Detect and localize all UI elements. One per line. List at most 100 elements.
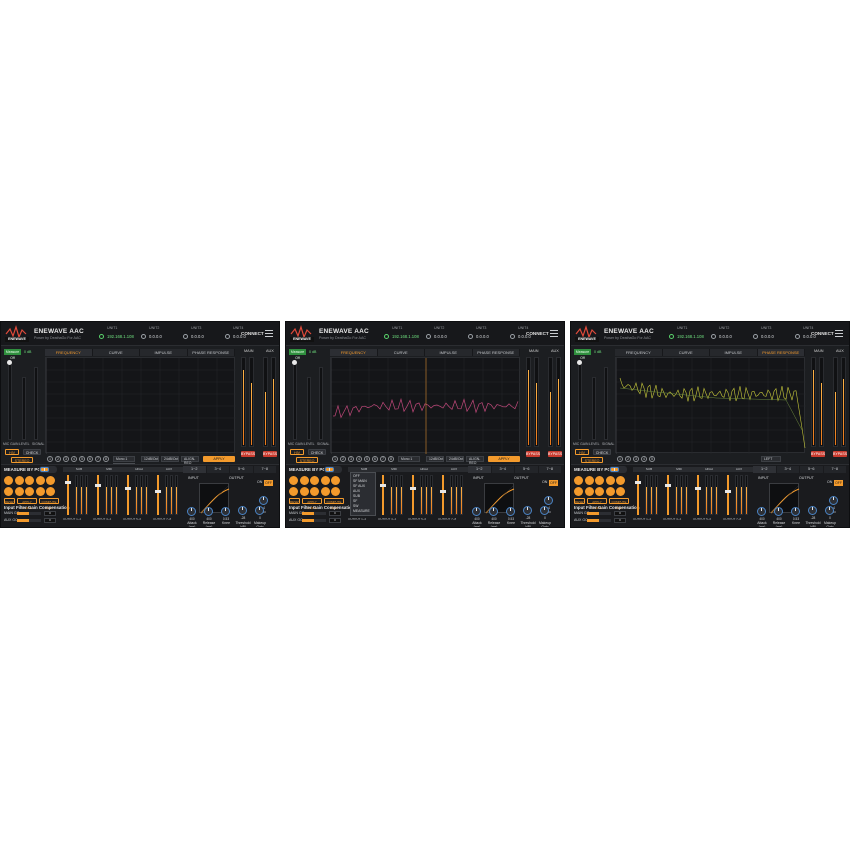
point-button[interactable]: 4 (71, 456, 77, 462)
measure-point-button[interactable] (289, 476, 298, 485)
gain-fader[interactable] (667, 475, 669, 515)
gc-value-input[interactable]: 0 (614, 518, 626, 523)
level-meter[interactable] (592, 377, 596, 440)
gc-slider[interactable] (587, 512, 611, 515)
unit-radio-icon[interactable] (426, 334, 431, 339)
unit-radio-icon[interactable] (795, 334, 800, 339)
channel-dropdown-list[interactable]: OFF SF MAIN SF AUX AUX SUB SF SW MEASURE (350, 472, 376, 516)
point-button[interactable]: 2 (340, 456, 346, 462)
gc-slider[interactable] (17, 519, 41, 522)
point-button[interactable]: 5 (649, 456, 655, 462)
measure-point-button[interactable] (605, 476, 615, 485)
unit-selector-2[interactable]: UNIT2 0.0.0.0 (426, 326, 460, 342)
unit-selector-1[interactable]: UNIT1 192.168.1.108 (99, 326, 134, 342)
point-button[interactable]: 8 (388, 456, 394, 462)
measure-point-button[interactable] (331, 486, 340, 496)
tab-impulse[interactable]: IMPULSE (140, 349, 188, 356)
strip-header[interactable]: HIGH (693, 467, 725, 472)
gc-slider[interactable] (587, 519, 611, 522)
measure-point-button[interactable] (574, 476, 583, 485)
measure-point-button[interactable] (299, 486, 309, 496)
reset-button[interactable]: RESET (4, 498, 15, 504)
hiv-button[interactable]: HIV (575, 449, 589, 455)
range-tab[interactable]: 7~8 (253, 466, 276, 473)
fader-handle[interactable] (95, 484, 101, 487)
measure-by-point-toggle[interactable] (609, 466, 627, 473)
point-button[interactable]: 6 (372, 456, 378, 462)
gc-slider[interactable] (17, 512, 41, 515)
main-bypass-button[interactable]: BYPASS (526, 451, 540, 457)
dropdown-option[interactable]: MEASURE (353, 509, 373, 514)
reset-button[interactable]: RESET (289, 498, 300, 504)
gain-fader[interactable] (442, 475, 444, 515)
gc-value-input[interactable]: 0 (614, 511, 626, 516)
measure-point-button[interactable] (595, 476, 604, 485)
gain-fader[interactable] (97, 475, 99, 515)
strip-header[interactable]: AUX (153, 467, 185, 472)
point-button[interactable]: 4 (356, 456, 362, 462)
fader-handle[interactable] (380, 484, 386, 487)
mic-gain-handle[interactable] (292, 360, 297, 365)
strip-header[interactable]: MID (663, 467, 695, 472)
gc-slider[interactable] (302, 519, 326, 522)
hiv-button[interactable]: HIV (290, 449, 304, 455)
compute-new-button[interactable]: COMPUTE NEW (39, 498, 59, 510)
check-button[interactable]: CHECK (23, 449, 41, 455)
mic-gain-meter[interactable] (8, 362, 12, 440)
unit-radio-icon[interactable] (183, 334, 188, 339)
tab-phase-response[interactable]: PHASE RESPONSE (757, 349, 805, 356)
measure-point-button[interactable] (616, 476, 625, 485)
apply-curve-button[interactable]: APPLY CURVE (302, 498, 322, 510)
strip-header[interactable]: AUX (438, 467, 470, 472)
unit-radio-icon[interactable] (510, 334, 515, 339)
compressor-knob[interactable] (791, 507, 800, 516)
unit-selector-3[interactable]: UNIT3 0.0.0.0 (753, 326, 787, 342)
connect-button[interactable]: CONNECT (811, 331, 834, 336)
compressor-off-label[interactable]: OFF (549, 480, 558, 486)
ratio-knob[interactable] (829, 496, 838, 505)
unit-radio-icon[interactable] (753, 334, 758, 339)
fader-handle[interactable] (665, 484, 671, 487)
compressor-knob[interactable] (472, 507, 481, 516)
signal-meter[interactable] (604, 367, 608, 440)
range-tab[interactable]: 5~6 (230, 466, 253, 473)
point-button[interactable]: 1 (332, 456, 338, 462)
measure-point-button[interactable] (35, 486, 45, 496)
main-bypass-button[interactable]: BYPASS (241, 451, 255, 457)
signal-meter[interactable] (319, 367, 323, 440)
measure-point-button[interactable] (595, 486, 604, 496)
gc-value-input[interactable]: 0 (329, 511, 341, 516)
hamburger-menu-icon[interactable] (550, 330, 558, 337)
fader-handle[interactable] (725, 490, 731, 493)
aux-bypass-button[interactable]: BYPASS (548, 451, 562, 457)
compressor-knob[interactable] (489, 507, 498, 516)
point-button[interactable]: 3 (633, 456, 639, 462)
measure-point-button[interactable] (574, 486, 583, 496)
measure-point-button[interactable] (616, 486, 625, 496)
response-graph[interactable] (615, 357, 806, 454)
gain-fader[interactable] (157, 475, 159, 515)
measure-point-button[interactable] (310, 476, 319, 485)
measure-point-button[interactable] (584, 486, 594, 496)
measure-point-button[interactable] (25, 476, 34, 485)
response-graph[interactable] (330, 357, 521, 454)
level-meter[interactable] (22, 377, 26, 440)
point-button[interactable]: 2 (55, 456, 61, 462)
range-tab[interactable]: 7~8 (538, 466, 561, 473)
range-tab[interactable]: 7~8 (823, 466, 846, 473)
tab-curve[interactable]: CURVE (92, 349, 140, 356)
mono-select[interactable]: Mono 1 (113, 456, 135, 462)
slope-select[interactable]: 12dB/Oct (141, 456, 159, 462)
measure-point-button[interactable] (289, 486, 298, 496)
range-tab[interactable]: 1~2 (183, 466, 206, 473)
type-select[interactable]: 24dB/Oct (161, 456, 179, 462)
reset-button[interactable]: RESET (574, 498, 585, 504)
mic-gain-handle[interactable] (7, 360, 12, 365)
compressor-knob[interactable] (757, 507, 766, 516)
tab-frequency[interactable]: FREQUENCY (45, 349, 93, 356)
compressor-toggle[interactable]: ON OFF (257, 480, 273, 486)
compressor-knob[interactable] (506, 507, 515, 516)
gc-value-input[interactable]: 0 (329, 518, 341, 523)
fader-handle[interactable] (635, 481, 641, 484)
hamburger-menu-icon[interactable] (835, 330, 843, 337)
